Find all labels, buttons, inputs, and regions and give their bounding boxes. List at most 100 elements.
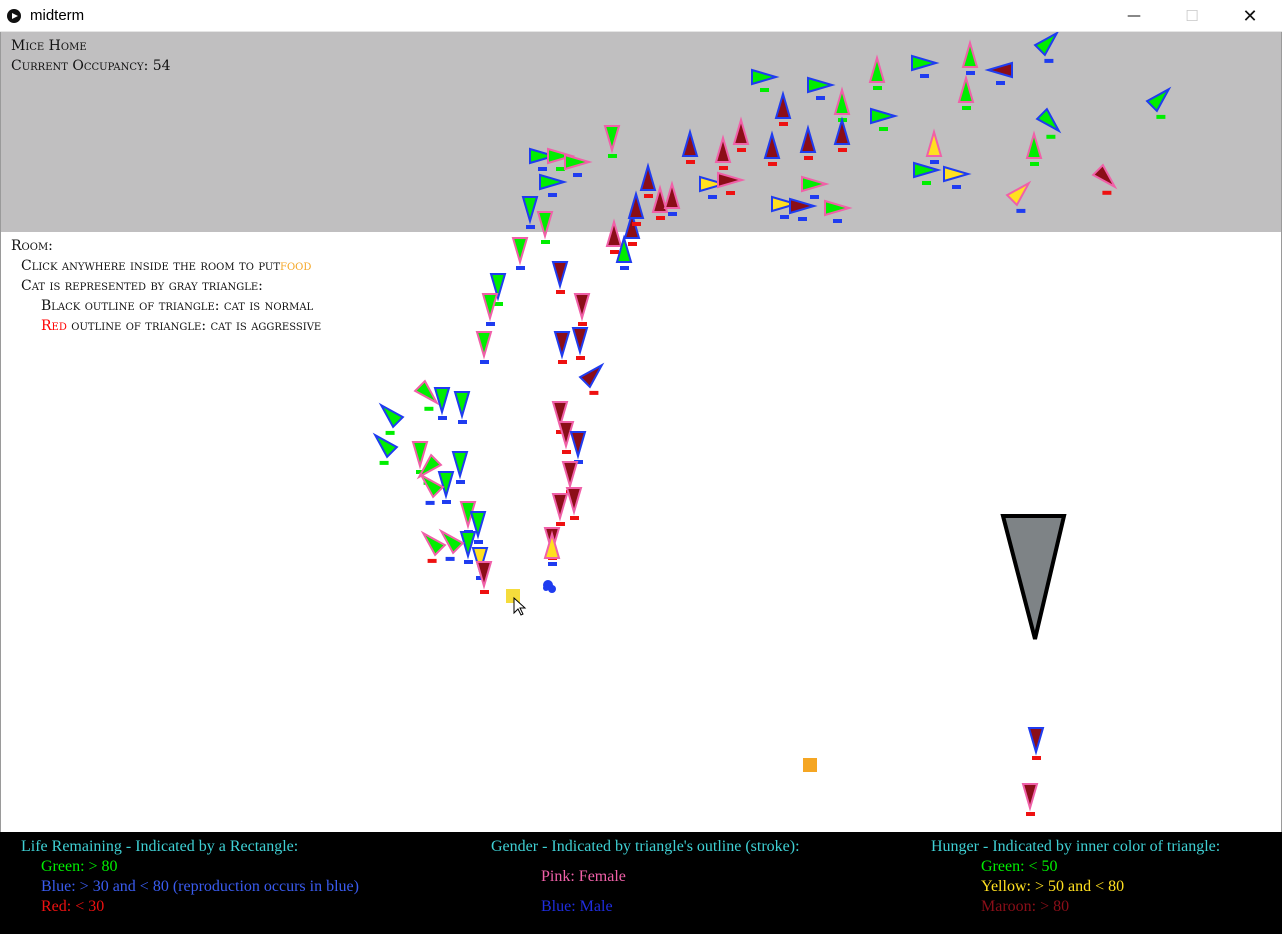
life-bar [486, 322, 495, 326]
mouse-triangle [569, 431, 587, 460]
hunger-legend-green: Green: < 50 [981, 858, 1058, 875]
life-bar [425, 500, 435, 505]
life-bar [456, 480, 465, 484]
life-bar [920, 74, 929, 78]
mouse [511, 237, 529, 270]
life-bar [879, 127, 888, 131]
life-bar [1102, 190, 1112, 195]
cat-aggressive-note: Red outline of triangle: cat is aggressi… [41, 318, 321, 334]
mouse [413, 379, 440, 411]
life-legend-blue: Blue: > 30 and < 80 (reproduction occurs… [41, 878, 359, 895]
life-bar [526, 225, 535, 229]
mouse [578, 362, 605, 395]
mouse [1021, 783, 1039, 816]
mouse [378, 402, 405, 435]
life-bar [464, 560, 473, 564]
life-bar [726, 191, 735, 195]
life-legend-green: Green: > 80 [41, 858, 118, 875]
life-bar [608, 154, 617, 158]
minimize-button[interactable]: — [1105, 0, 1163, 32]
life-bar [556, 167, 565, 171]
life-bar [780, 215, 789, 219]
life-bar [952, 185, 961, 189]
life-bar [480, 590, 489, 594]
app-icon [7, 9, 21, 23]
window-title: midterm [30, 7, 85, 24]
mouse-triangle [372, 432, 399, 459]
mouse-triangle [573, 293, 591, 322]
life-bar [644, 194, 653, 198]
life-bar [458, 420, 467, 424]
life-bar [556, 290, 565, 294]
life-bar [573, 173, 582, 177]
mouse-triangle [475, 331, 493, 360]
mouse-triangle [475, 561, 493, 590]
blue-blob-cluster [543, 580, 556, 593]
gender-legend-blue: Blue: Male [541, 898, 613, 915]
life-bar [610, 250, 619, 254]
life-bar [632, 222, 641, 226]
life-bar [1030, 162, 1039, 166]
life-bar [804, 156, 813, 160]
life-bar [516, 266, 525, 270]
life-bar [576, 356, 585, 360]
mouse [543, 530, 561, 566]
mouse-triangle [453, 391, 471, 420]
mouse-triangle [571, 327, 589, 356]
food-instruction-text: Click anywhere inside the room to put [21, 258, 281, 274]
aggressive-text: outline of triangle: cat is aggressive [66, 318, 322, 334]
mouse [553, 331, 571, 364]
simulation-canvas[interactable] [0, 32, 1282, 832]
mouse [551, 493, 569, 526]
mouse-triangle [451, 451, 469, 480]
life-bar [1046, 134, 1056, 139]
life-bar [538, 167, 547, 171]
life-bar [962, 106, 971, 110]
life-bar [966, 71, 975, 75]
maximize-button[interactable]: ☐ [1163, 0, 1221, 32]
life-bar [424, 406, 434, 411]
life-bar [719, 166, 728, 170]
life-bar [1016, 208, 1026, 213]
mouse-triangle [1021, 783, 1039, 812]
close-button[interactable]: ✕ [1221, 0, 1279, 32]
life-bar [570, 516, 579, 520]
life-bar [798, 217, 807, 221]
mouse-triangle [433, 387, 451, 416]
life-bar [1026, 812, 1035, 816]
gender-legend-pink: Pink: Female [541, 868, 626, 885]
life-legend-title: Life Remaining - Indicated by a Rectangl… [21, 838, 299, 855]
mouse [451, 451, 469, 484]
mouse-triangle [561, 461, 579, 490]
mouse-triangle [565, 487, 583, 516]
food-word: food [280, 258, 312, 274]
mouse-triangle [411, 441, 429, 470]
life-bar [385, 430, 395, 435]
life-bar [779, 122, 788, 126]
life-bar [445, 556, 455, 561]
mouse [571, 327, 589, 360]
life-bar [480, 360, 489, 364]
life-bar [556, 522, 565, 526]
life-bar [656, 216, 665, 220]
hunger-legend-maroon: Maroon: > 80 [981, 898, 1070, 915]
life-bar [442, 500, 451, 504]
life-bar [737, 148, 746, 152]
mouse-triangle [378, 402, 405, 429]
life-bar [922, 181, 931, 185]
life-bar [760, 88, 769, 92]
life-bar [816, 96, 825, 100]
mouse-triangle [438, 528, 465, 555]
gender-legend-title: Gender - Indicated by triangle's outline… [491, 838, 800, 855]
mouse [551, 261, 569, 294]
mouse [475, 331, 493, 364]
red-word: Red [41, 318, 67, 334]
life-bar [541, 240, 550, 244]
life-bar [686, 160, 695, 164]
life-bar [996, 81, 1005, 85]
mouse [418, 472, 445, 505]
mouse-triangle [420, 530, 447, 557]
life-bar [1156, 114, 1166, 119]
life-bar [558, 360, 567, 364]
life-bar [379, 460, 389, 465]
